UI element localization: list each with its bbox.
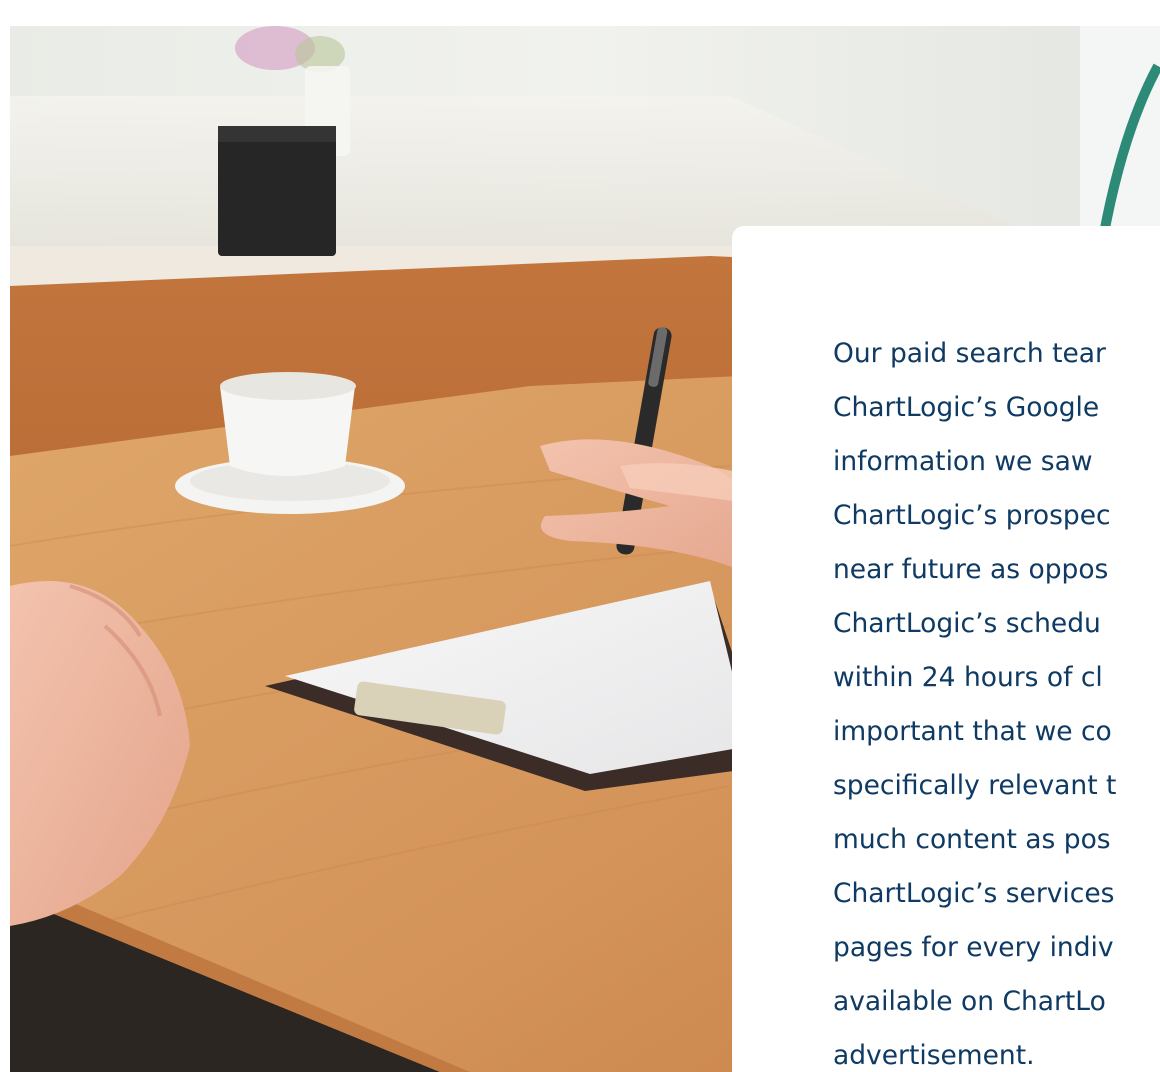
card-line: ChartLogic’s prospec xyxy=(833,500,1111,531)
page: Our paid search tear ChartLogic’s Google… xyxy=(0,0,1160,1072)
card-line: information we saw xyxy=(833,446,1093,477)
card-line: ChartLogic’s schedu xyxy=(833,608,1101,639)
card-line: ChartLogic’s Google xyxy=(833,392,1100,423)
card-line: within 24 hours of cl xyxy=(833,662,1103,693)
card-line: advertisement. xyxy=(833,1040,1035,1071)
card-line: Our paid search tear xyxy=(833,338,1106,369)
card-line: important that we co xyxy=(833,716,1112,747)
card-line: specifically relevant t xyxy=(833,770,1117,801)
content-card: Our paid search tear ChartLogic’s Google… xyxy=(732,226,1160,1072)
card-line: ChartLogic’s services xyxy=(833,878,1115,909)
card-line: much content as pos xyxy=(833,824,1111,855)
card-line: near future as oppos xyxy=(833,554,1109,585)
card-paragraph: Our paid search tear ChartLogic’s Google… xyxy=(833,327,1160,1072)
card-line: pages for every indiv xyxy=(833,932,1114,963)
card-line: available on ChartLo xyxy=(833,986,1106,1017)
